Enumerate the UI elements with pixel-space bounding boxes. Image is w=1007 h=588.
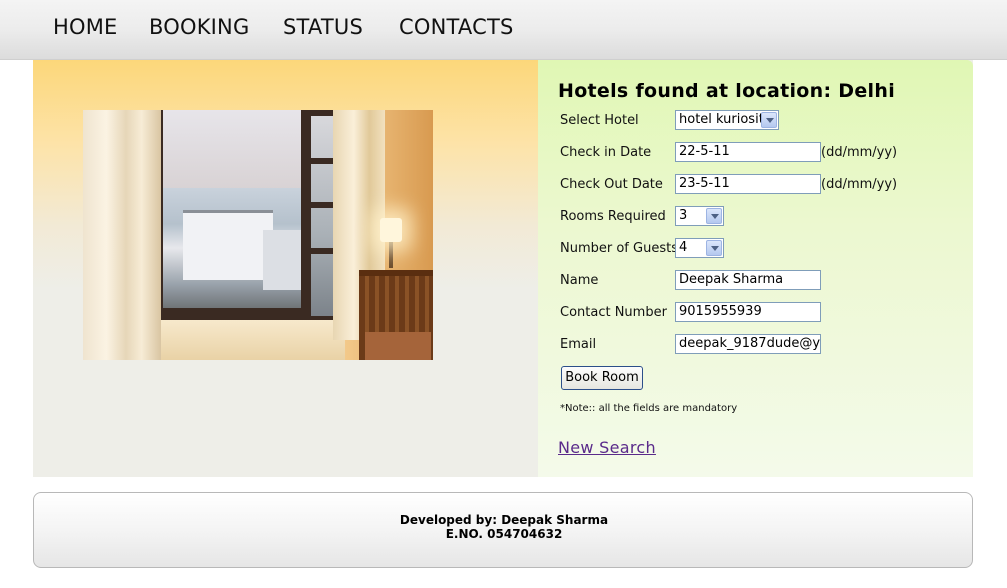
sky (163, 110, 303, 190)
nav-home[interactable]: HOME (53, 15, 118, 39)
footer-enrollment: E.NO. 054704632 (445, 527, 563, 541)
chevron-down-icon[interactable] (761, 112, 777, 128)
rooms-select[interactable]: 3 (675, 206, 724, 226)
check-out-field[interactable]: 23-5-11 (675, 174, 821, 194)
guests-select[interactable]: 4 (675, 238, 724, 258)
name-label: Name (560, 273, 599, 288)
chevron-down-icon[interactable] (706, 240, 722, 256)
mandatory-note: *Note:: all the fields are mandatory (560, 403, 738, 414)
check-out-label: Check Out Date (560, 177, 663, 192)
top-navbar: HOME BOOKING STATUS CONTACTS (0, 0, 1007, 60)
hotel-room-photo (83, 110, 433, 360)
window-sill (145, 320, 345, 360)
lamp (380, 218, 402, 242)
chair-seat (365, 332, 431, 360)
main-content (33, 60, 973, 477)
lamp-stand (389, 240, 393, 268)
footer-developer: Developed by: Deepak Sharma (399, 513, 609, 527)
hotel-select[interactable]: hotel kuriosity (675, 110, 779, 130)
hotel-select-value: hotel kuriosity (679, 112, 772, 127)
chevron-down-icon[interactable] (706, 208, 722, 224)
footer: Developed by: Deepak Sharma E.NO. 054704… (33, 492, 973, 568)
guests-label: Number of Guests (560, 241, 678, 256)
check-out-hint: (dd/mm/yy) (821, 177, 898, 192)
window-pane (311, 116, 335, 316)
building (263, 230, 303, 290)
curtain-left (83, 110, 161, 360)
new-search-link[interactable]: New Search (558, 438, 656, 457)
contact-number-label: Contact Number (560, 305, 667, 320)
name-field[interactable]: Deepak Sharma (675, 270, 821, 290)
check-in-label: Check in Date (560, 145, 652, 160)
nav-booking[interactable]: BOOKING (149, 15, 249, 39)
nav-contacts[interactable]: CONTACTS (399, 15, 514, 39)
email-field[interactable]: deepak_9187dude@ya (675, 334, 821, 354)
check-in-hint: (dd/mm/yy) (821, 145, 898, 160)
email-label: Email (560, 337, 597, 352)
nav-status[interactable]: STATUS (283, 15, 363, 39)
guests-select-value: 4 (679, 240, 688, 255)
check-in-field[interactable]: 22-5-11 (675, 142, 821, 162)
contact-number-field[interactable]: 9015955939 (675, 302, 821, 322)
results-title: Hotels found at location: Delhi (558, 80, 896, 102)
left-panel (33, 60, 538, 477)
window-mullion (301, 110, 309, 330)
rooms-select-value: 3 (679, 208, 688, 223)
rooms-label: Rooms Required (560, 209, 666, 224)
building (183, 210, 273, 280)
book-room-button[interactable]: Book Room (561, 366, 643, 390)
select-hotel-label: Select Hotel (560, 113, 639, 128)
